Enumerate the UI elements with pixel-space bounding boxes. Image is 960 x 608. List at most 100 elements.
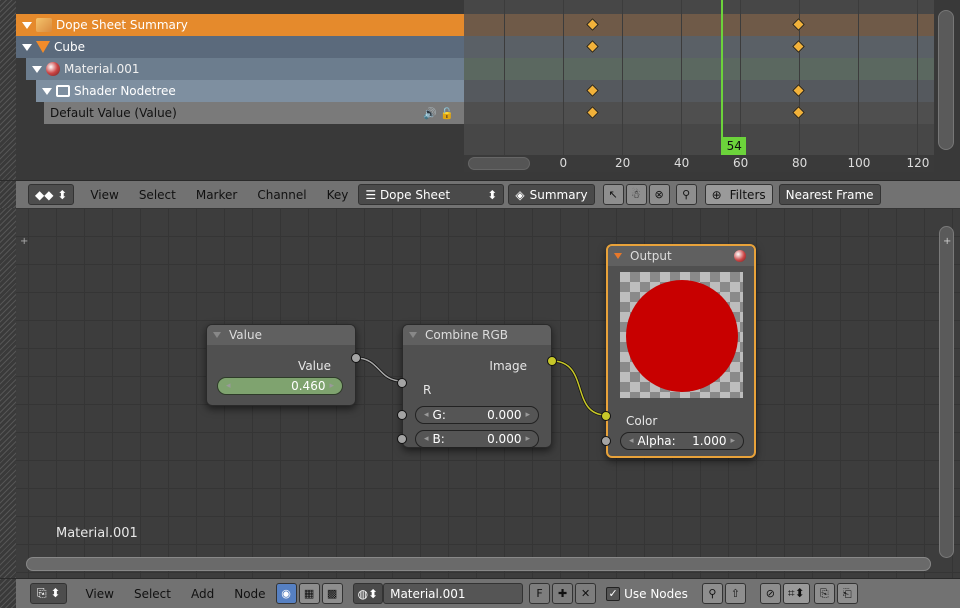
socket-label: Value — [298, 359, 331, 373]
node-header[interactable]: Output — [608, 246, 754, 266]
dope-sheet-timeline[interactable]: 54 — [464, 0, 934, 158]
only-errors-icon[interactable]: ⊗ — [648, 184, 670, 205]
preview-sphere — [626, 280, 738, 392]
filters-button[interactable]: ⊕ Filters — [704, 184, 773, 205]
node-horizontal-scrollbar[interactable] — [26, 557, 931, 571]
editor-type-button[interactable]: ⎘ ⬍ — [30, 583, 68, 604]
properties-expand-icon[interactable]: + — [943, 236, 951, 247]
r-input-socket[interactable] — [397, 378, 407, 388]
decrement-arrow-icon[interactable]: ◂ — [424, 434, 429, 444]
menu-select[interactable]: Select — [139, 188, 176, 202]
material-output-node[interactable]: Output Color ◂ Alpha: 1.000 ▸ — [601, 244, 756, 458]
area-split-handle[interactable] — [0, 208, 16, 578]
frame-tick-label: 80 — [792, 156, 808, 170]
material-preview-icon[interactable] — [734, 250, 746, 262]
checkbox-icon[interactable]: ✓ — [606, 586, 621, 601]
area-split-handle[interactable] — [0, 0, 16, 180]
paste-nodes-icon[interactable]: ⎗ — [836, 583, 858, 604]
channel-row-summary[interactable]: Dope Sheet Summary — [16, 14, 464, 36]
snap-element-dropdown[interactable]: ⌗⬍ — [782, 583, 810, 604]
material-name-field[interactable]: Material.001 — [383, 583, 524, 604]
channel-row-cube[interactable]: Cube — [16, 36, 464, 58]
current-frame-indicator[interactable]: 54 — [722, 137, 747, 155]
channel-row-default-value[interactable]: Default Value (Value) 🔊 🔓 — [44, 102, 464, 124]
decrement-arrow-icon[interactable]: ◂ — [424, 410, 429, 420]
toolbar-expand-icon[interactable]: + — [20, 236, 28, 247]
value-node[interactable]: Value Value ◂ 0.460 ▸ — [206, 324, 361, 406]
menu-node[interactable]: Node — [234, 587, 265, 601]
only-selected-icon[interactable]: ↖ — [602, 184, 624, 205]
value-field[interactable]: ◂ 0.460 ▸ — [217, 377, 343, 395]
output-socket[interactable] — [351, 353, 361, 363]
use-nodes-toggle[interactable]: ✓ Use Nodes — [606, 586, 688, 601]
fake-user-button[interactable]: F — [529, 583, 551, 604]
grid-line — [563, 0, 564, 158]
collapse-icon[interactable] — [213, 332, 221, 338]
g-field[interactable]: ◂ G: 0.000 ▸ — [415, 406, 539, 424]
menu-key[interactable]: Key — [327, 188, 349, 202]
shader-nodes-icon[interactable]: ◉ — [275, 583, 297, 604]
field-value: 0.000 — [487, 408, 522, 422]
node-header[interactable]: Value — [207, 325, 355, 345]
material-browse-button[interactable]: ◍⬍ — [352, 583, 384, 604]
timeline-scrollbar[interactable] — [468, 157, 530, 170]
node-header[interactable]: Combine RGB — [403, 325, 551, 345]
compositing-nodes-icon[interactable]: ▦ — [298, 583, 320, 604]
field-value: 1.000 — [692, 434, 727, 448]
mute-lock-icon[interactable]: 🔊 🔓 — [423, 107, 454, 120]
current-frame-line[interactable] — [721, 0, 724, 158]
pin-icon[interactable]: ⚲ — [701, 583, 723, 604]
new-material-icon[interactable]: ✚ — [552, 583, 574, 604]
texture-nodes-icon[interactable]: ▩ — [321, 583, 343, 604]
frame-ruler[interactable]: -20020406080100120 — [464, 155, 934, 172]
expand-triangle-icon[interactable] — [32, 65, 42, 73]
increment-arrow-icon[interactable]: ▸ — [329, 381, 334, 391]
dope-vertical-scrollbar[interactable] — [938, 10, 954, 150]
expand-triangle-icon[interactable] — [22, 43, 32, 51]
collapse-icon[interactable] — [409, 332, 417, 338]
menu-select[interactable]: Select — [134, 587, 171, 601]
alpha-input-socket[interactable] — [601, 436, 611, 446]
color-input-socket[interactable] — [601, 411, 611, 421]
expand-triangle-icon[interactable] — [42, 87, 52, 95]
expand-triangle-icon[interactable] — [22, 21, 32, 29]
area-split-handle[interactable] — [0, 180, 16, 209]
summary-band — [464, 14, 934, 36]
menu-view[interactable]: View — [90, 188, 118, 202]
search-icon[interactable]: ⚲ — [675, 184, 697, 205]
editor-type-button[interactable]: ◆◆ ⬍ — [28, 184, 75, 205]
decrement-arrow-icon[interactable]: ◂ — [629, 436, 634, 446]
node-vertical-scrollbar[interactable] — [939, 226, 954, 558]
unlink-icon[interactable]: ✕ — [575, 583, 597, 604]
collapse-icon[interactable] — [614, 253, 622, 259]
increment-arrow-icon[interactable]: ▸ — [525, 410, 530, 420]
summary-toggle[interactable]: ◈ Summary — [508, 184, 595, 205]
channel-row-shader-nodetree[interactable]: Shader Nodetree — [36, 80, 464, 102]
channel-row-material[interactable]: Material.001 — [26, 58, 464, 80]
channel-label: Shader Nodetree — [74, 84, 176, 98]
menu-view[interactable]: View — [85, 587, 113, 601]
snap-dropdown[interactable]: Nearest Frame — [778, 184, 881, 205]
copy-nodes-icon[interactable]: ⎘ — [813, 583, 835, 604]
area-split-handle[interactable] — [0, 578, 16, 608]
menu-add[interactable]: Add — [191, 587, 214, 601]
snap-icon[interactable]: ⊘ — [759, 583, 781, 604]
menu-marker[interactable]: Marker — [196, 188, 237, 202]
combine-rgb-node[interactable]: Combine RGB Image R ◂ G: 0.000 ▸ ◂ B: 0.… — [397, 324, 557, 448]
alpha-field[interactable]: ◂ Alpha: 1.000 ▸ — [620, 432, 744, 450]
b-field[interactable]: ◂ B: 0.000 ▸ — [415, 430, 539, 448]
object-mesh-icon — [36, 41, 50, 53]
mode-dropdown[interactable]: ☰ Dope Sheet ⬍ — [358, 184, 505, 205]
show-hidden-icon[interactable]: ☃ — [625, 184, 647, 205]
snap-label: Nearest Frame — [785, 187, 874, 202]
decrement-arrow-icon[interactable]: ◂ — [226, 381, 231, 391]
increment-arrow-icon[interactable]: ▸ — [525, 434, 530, 444]
parent-tree-icon[interactable]: ⇧ — [724, 583, 746, 604]
menu-channel[interactable]: Channel — [257, 188, 306, 202]
b-input-socket[interactable] — [397, 434, 407, 444]
node-editor[interactable]: + + Value Value ◂ 0.460 ▸ Combine RGB Im… — [0, 208, 960, 578]
field-value: 0.000 — [487, 432, 522, 446]
image-output-socket[interactable] — [547, 356, 557, 366]
increment-arrow-icon[interactable]: ▸ — [730, 436, 735, 446]
g-input-socket[interactable] — [397, 410, 407, 420]
